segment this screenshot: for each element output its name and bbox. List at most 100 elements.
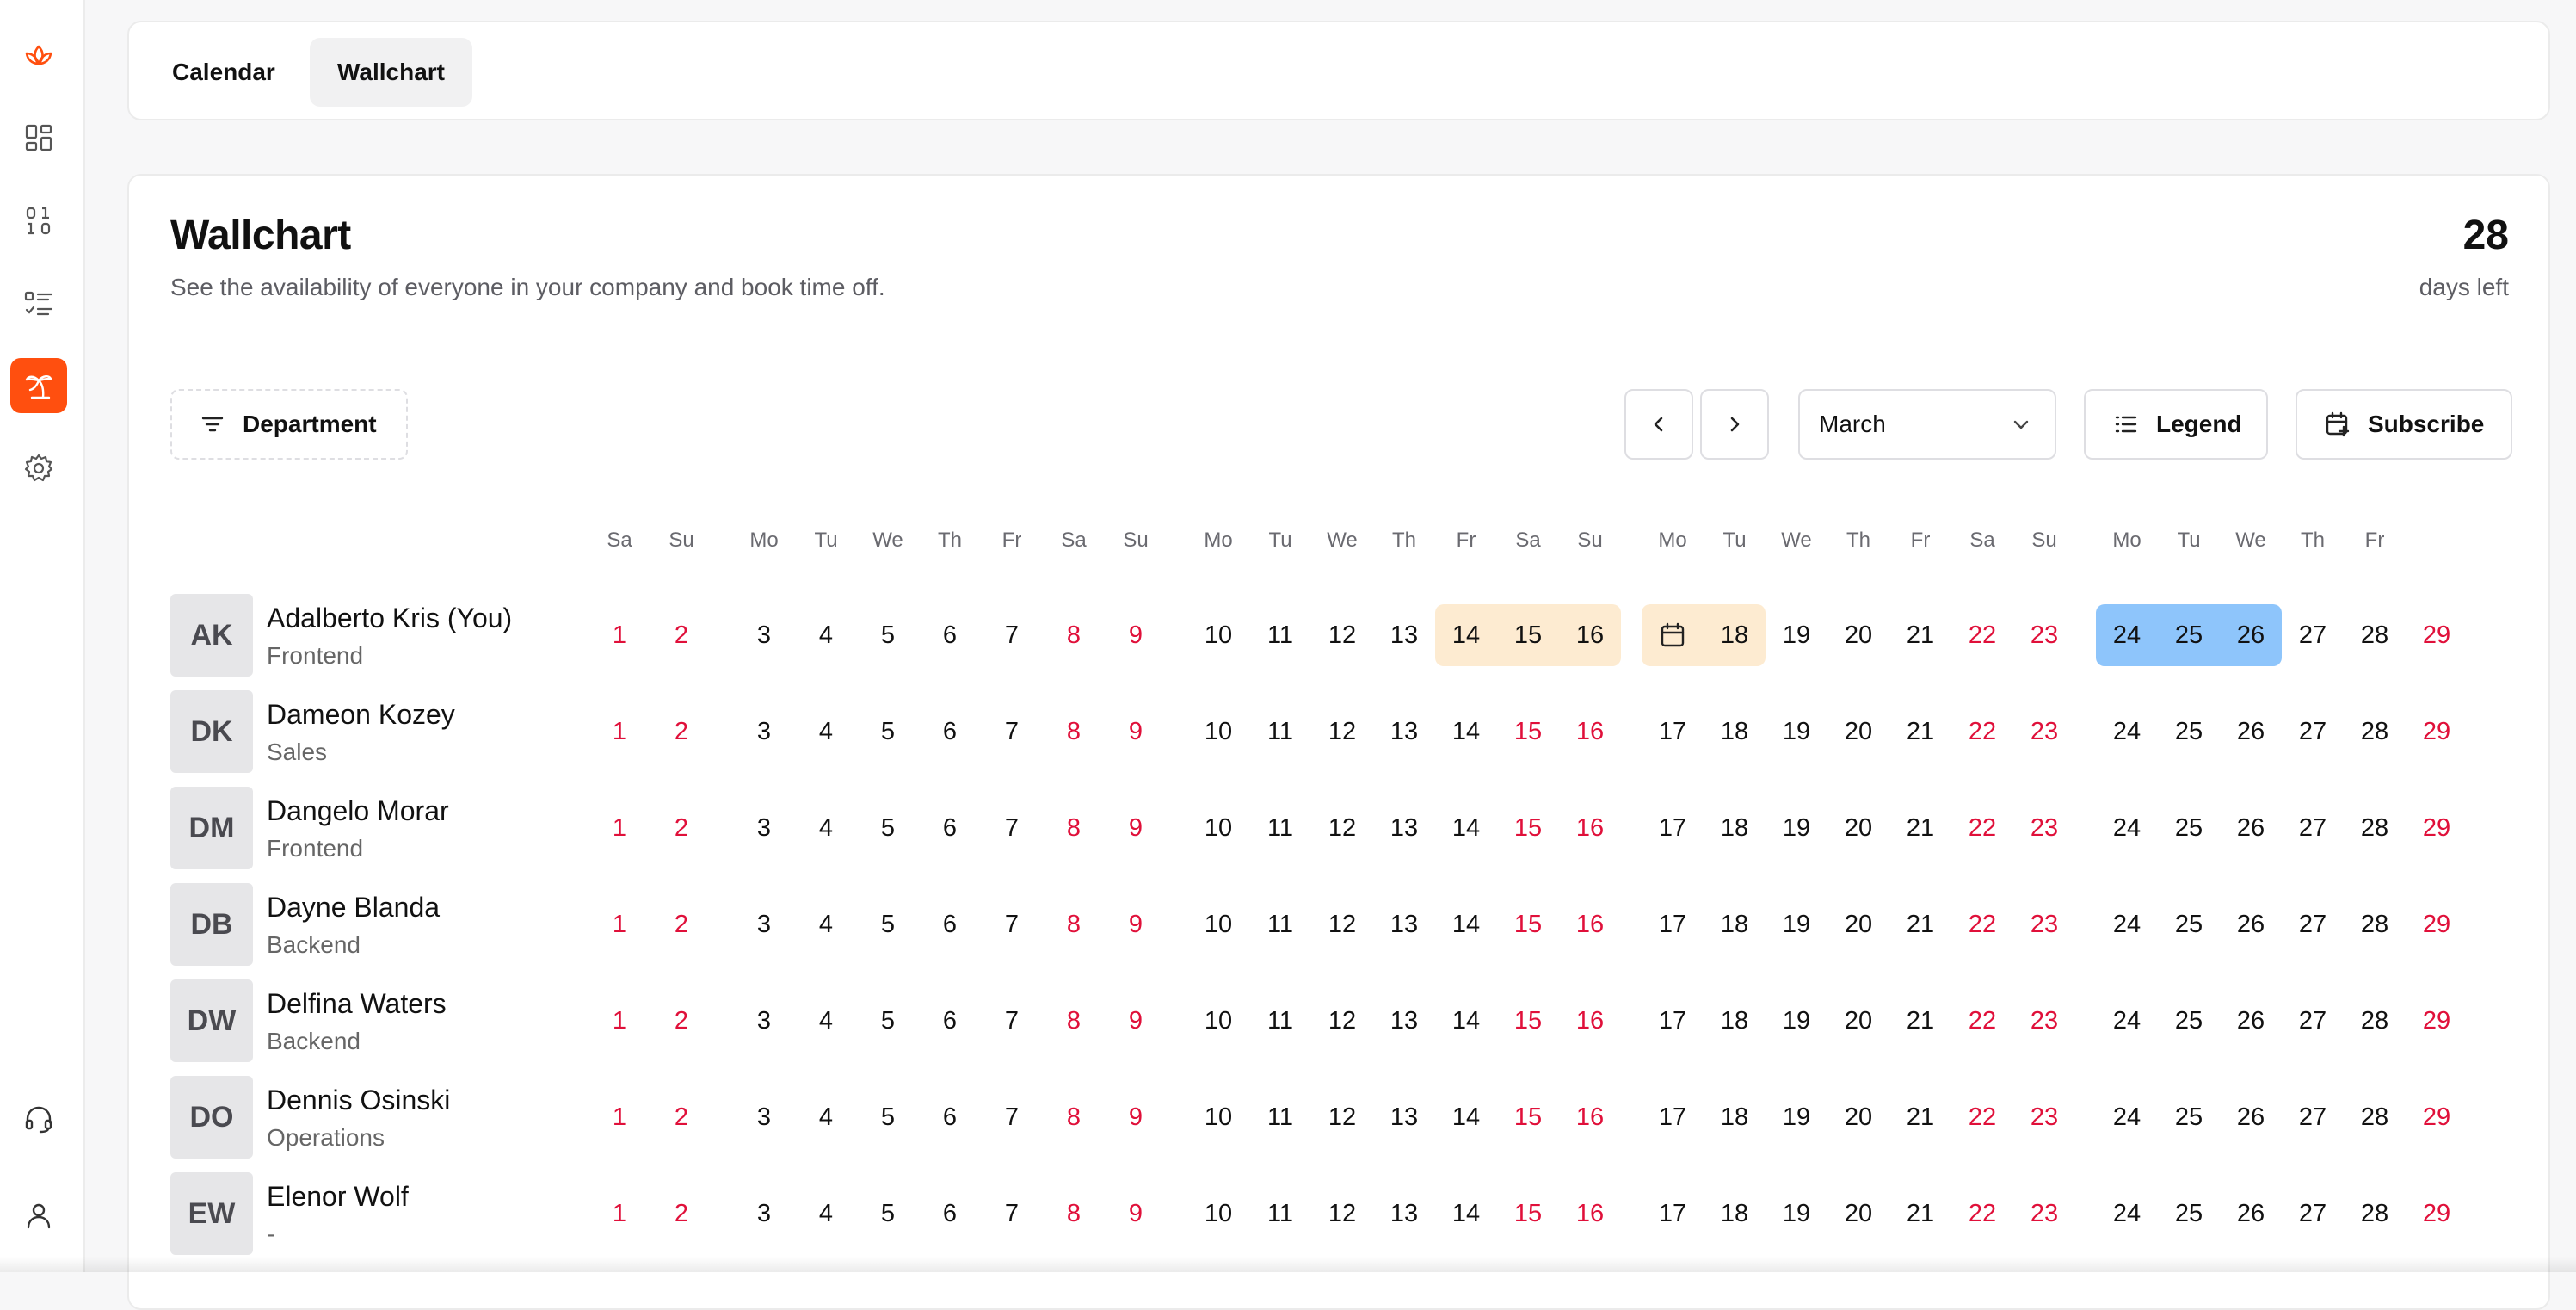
day-cell[interactable]: 20 (1827, 990, 1889, 1052)
person-name[interactable]: Dayne Blanda (267, 892, 440, 924)
day-cell[interactable]: 14 (1435, 1086, 1497, 1148)
day-cell[interactable]: 10 (1187, 797, 1249, 859)
day-cell[interactable]: 5 (857, 797, 919, 859)
checklist-icon[interactable] (10, 275, 67, 331)
day-cell-overflow[interactable]: 29 (2406, 797, 2468, 859)
person-name[interactable]: Dennis Osinski (267, 1084, 450, 1116)
day-cell[interactable]: 18 (1704, 893, 1766, 955)
day-cell[interactable]: 27 (2282, 604, 2344, 666)
day-cell[interactable]: 10 (1187, 701, 1249, 763)
day-cell[interactable]: 25 (2158, 701, 2220, 763)
day-cell[interactable]: 4 (795, 701, 857, 763)
day-cell[interactable]: 14 (1435, 990, 1497, 1052)
day-cell[interactable]: 25 (2158, 1183, 2220, 1245)
day-cell[interactable]: 20 (1827, 893, 1889, 955)
day-cell[interactable]: 15 (1497, 990, 1559, 1052)
day-cell[interactable]: 12 (1311, 1086, 1373, 1148)
day-cell[interactable]: 17 (1642, 797, 1704, 859)
person-name[interactable]: Dameon Kozey (267, 699, 455, 731)
day-cell-overflow[interactable]: 29 (2406, 893, 2468, 955)
day-cell[interactable]: 28 (2344, 1183, 2406, 1245)
day-cell[interactable]: 7 (981, 1183, 1043, 1245)
day-cell[interactable]: 23 (2013, 893, 2075, 955)
day-cell[interactable]: 19 (1766, 1183, 1827, 1245)
day-cell[interactable]: 21 (1889, 990, 1951, 1052)
day-cell[interactable]: 23 (2013, 1086, 2075, 1148)
person-name[interactable]: Dangelo Morar (267, 795, 449, 827)
day-cell[interactable]: 12 (1311, 893, 1373, 955)
day-cell[interactable]: 27 (2282, 1086, 2344, 1148)
day-cell[interactable]: 3 (733, 990, 795, 1052)
day-cell[interactable]: 11 (1249, 1086, 1311, 1148)
day-cell[interactable]: 3 (733, 604, 795, 666)
day-cell[interactable]: 20 (1827, 1086, 1889, 1148)
day-cell[interactable]: 18 (1704, 604, 1766, 666)
day-cell[interactable]: 28 (2344, 604, 2406, 666)
day-cell[interactable]: 23 (2013, 797, 2075, 859)
binary-icon[interactable] (10, 193, 67, 248)
day-cell[interactable]: 11 (1249, 797, 1311, 859)
day-cell[interactable]: 8 (1043, 1086, 1105, 1148)
day-cell[interactable]: 22 (1951, 990, 2013, 1052)
day-cell[interactable]: 19 (1766, 893, 1827, 955)
person-name[interactable]: Elenor Wolf (267, 1181, 409, 1213)
day-cell[interactable]: 7 (981, 701, 1043, 763)
day-cell[interactable]: 17 (1642, 1086, 1704, 1148)
month-select[interactable]: March (1798, 389, 2056, 460)
day-cell[interactable]: 17 (1642, 1183, 1704, 1245)
day-cell[interactable]: 14 (1435, 893, 1497, 955)
headset-icon[interactable] (10, 1091, 67, 1146)
day-cell[interactable]: 20 (1827, 604, 1889, 666)
day-cell[interactable]: 18 (1704, 1086, 1766, 1148)
day-cell[interactable]: 9 (1105, 1086, 1167, 1148)
day-cell[interactable]: 15 (1497, 1183, 1559, 1245)
day-cell[interactable]: 7 (981, 604, 1043, 666)
day-cell[interactable]: 26 (2220, 1183, 2282, 1245)
day-cell[interactable]: 26 (2220, 1086, 2282, 1148)
day-cell[interactable]: 13 (1373, 1183, 1435, 1245)
day-cell[interactable]: 12 (1311, 604, 1373, 666)
day-cell[interactable]: 21 (1889, 1183, 1951, 1245)
day-cell[interactable]: 9 (1105, 893, 1167, 955)
day-cell[interactable]: 24 (2096, 893, 2158, 955)
day-cell[interactable]: 4 (795, 1086, 857, 1148)
day-cell[interactable]: 15 (1497, 893, 1559, 955)
palm-tree-icon[interactable] (10, 358, 67, 413)
day-cell[interactable]: 3 (733, 1183, 795, 1245)
day-cell[interactable]: 14 (1435, 1183, 1497, 1245)
day-cell[interactable]: 11 (1249, 701, 1311, 763)
day-cell[interactable]: 15 (1497, 701, 1559, 763)
day-cell[interactable]: 12 (1311, 797, 1373, 859)
day-cell[interactable]: 13 (1373, 701, 1435, 763)
tab-calendar[interactable]: Calendar (145, 38, 303, 107)
day-cell[interactable]: 25 (2158, 893, 2220, 955)
day-cell[interactable]: 9 (1105, 797, 1167, 859)
day-cell[interactable]: 19 (1766, 1086, 1827, 1148)
day-cell[interactable]: 10 (1187, 1086, 1249, 1148)
day-cell[interactable]: 24 (2096, 604, 2158, 666)
day-cell[interactable]: 10 (1187, 990, 1249, 1052)
day-cell-overflow[interactable]: 29 (2406, 1086, 2468, 1148)
day-cell[interactable]: 22 (1951, 604, 2013, 666)
day-cell[interactable]: 11 (1249, 893, 1311, 955)
day-cell[interactable]: 6 (919, 701, 981, 763)
day-cell[interactable]: 16 (1559, 893, 1621, 955)
day-cell[interactable]: 25 (2158, 797, 2220, 859)
day-cell[interactable]: 22 (1951, 1086, 2013, 1148)
day-cell[interactable]: 25 (2158, 1086, 2220, 1148)
day-cell[interactable]: 4 (795, 893, 857, 955)
day-cell[interactable]: 5 (857, 893, 919, 955)
day-cell[interactable]: 21 (1889, 797, 1951, 859)
day-cell[interactable]: 21 (1889, 893, 1951, 955)
day-cell[interactable]: 2 (650, 701, 712, 763)
day-cell[interactable]: 1 (589, 893, 650, 955)
day-cell[interactable]: 17 (1642, 701, 1704, 763)
day-cell[interactable]: 14 (1435, 701, 1497, 763)
day-cell[interactable]: 16 (1559, 797, 1621, 859)
day-cell[interactable]: 28 (2344, 990, 2406, 1052)
day-cell[interactable]: 19 (1766, 701, 1827, 763)
day-cell[interactable]: 8 (1043, 797, 1105, 859)
day-cell[interactable]: 16 (1559, 604, 1621, 666)
day-cell[interactable]: 2 (650, 1183, 712, 1245)
day-cell-overflow[interactable]: 29 (2406, 701, 2468, 763)
